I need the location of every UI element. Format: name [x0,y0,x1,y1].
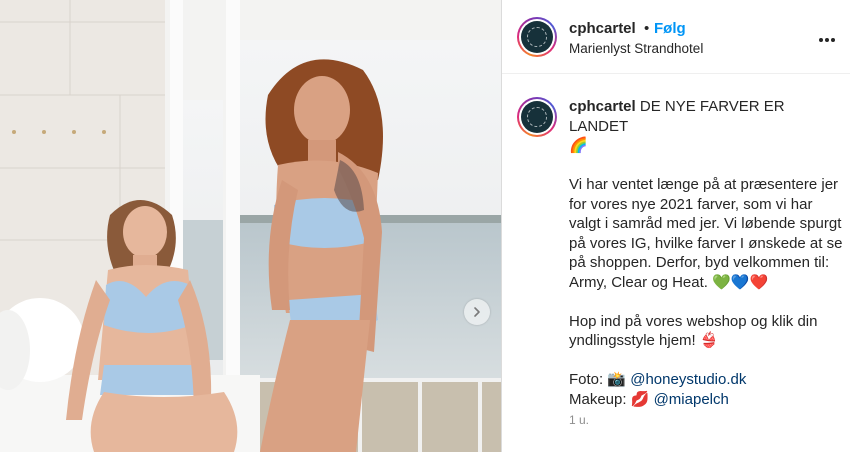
hearts-emoji: 💚💙❤️ [712,273,769,291]
photo-credit-link[interactable]: @honeystudio.dk [630,371,746,388]
caption-paragraph-2: Hop ind på vores webshop og klik din ynd… [569,312,818,350]
follow-button[interactable]: Følg [654,20,686,37]
makeup-credit-label: Makeup: [569,390,627,408]
post-sidebar: cphcartel • Følg Marienlyst Strandhotel … [501,0,850,452]
instagram-post: cphcartel • Følg Marienlyst Strandhotel … [0,0,850,452]
more-horizontal-icon [818,29,836,46]
caption-avatar[interactable] [517,97,557,137]
profile-avatar[interactable] [517,17,557,57]
makeup-credit-link[interactable]: @miapelch [654,391,729,408]
caption-username[interactable]: cphcartel [569,98,636,115]
lips-emoji: 💋 [630,390,650,408]
post-header: cphcartel • Følg Marienlyst Strandhotel [502,0,850,74]
photo-credit-label: Foto: [569,371,604,388]
more-options-button[interactable] [818,29,836,47]
bikini-emoji: 👙 [699,332,719,349]
photo-illustration [0,0,501,452]
next-photo-button[interactable] [464,299,490,325]
header-username[interactable]: cphcartel [569,20,636,37]
rainbow-emoji: 🌈 [569,137,588,154]
post-timestamp[interactable]: 1 u. [569,413,589,427]
location-link[interactable]: Marienlyst Strandhotel [569,41,703,56]
post-photo[interactable] [0,0,501,452]
separator-dot: • [644,20,650,37]
chevron-right-icon [474,307,480,317]
caption-paragraph-1: Vi har ventet længe på at præsentere jer… [569,176,843,291]
camera-emoji: 📸 [607,371,627,388]
caption-body: cphcartel DE NYE FARVER ER LANDET 🌈 Vi h… [569,97,844,409]
